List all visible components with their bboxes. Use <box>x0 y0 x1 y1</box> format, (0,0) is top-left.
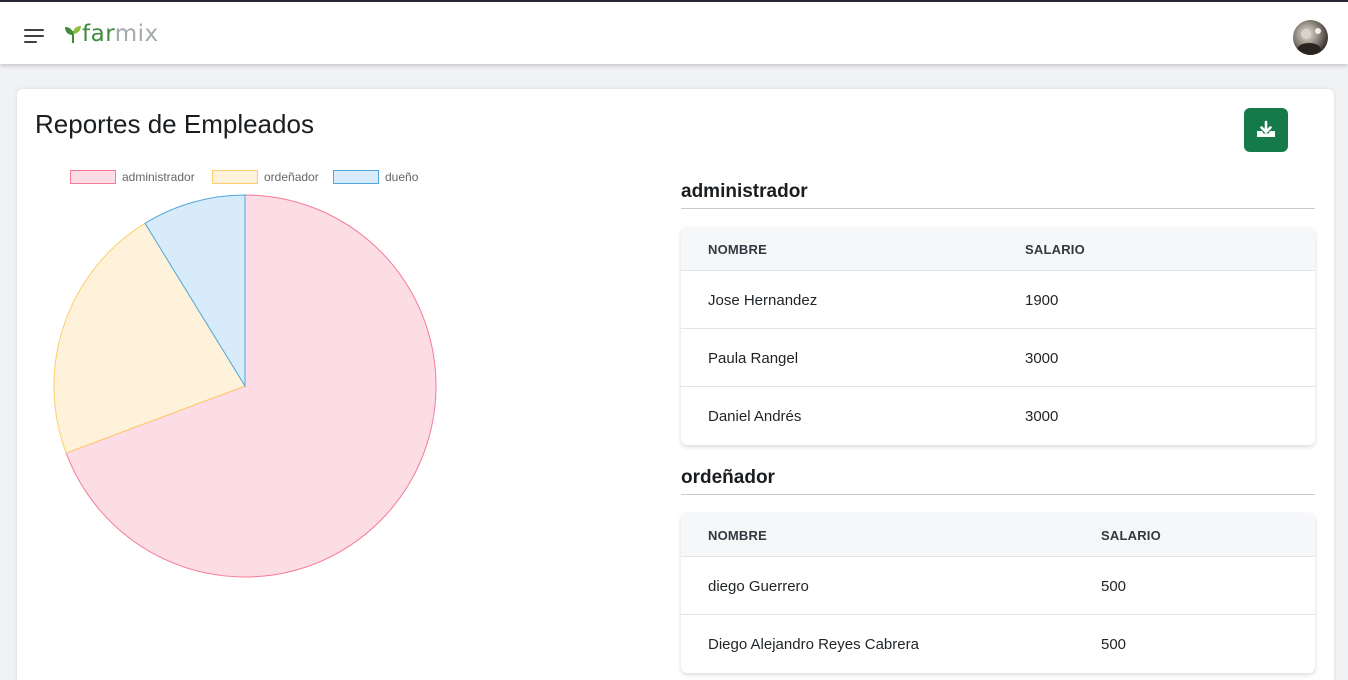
logo-text-far: far <box>82 21 115 47</box>
top-navbar: farmix <box>0 2 1348 64</box>
column-header-nombre[interactable]: NOMBRE <box>708 242 767 257</box>
employee-salary: 3000 <box>1025 408 1059 425</box>
table-header: NOMBRE SALARIO <box>681 513 1315 557</box>
employee-table-administrador: NOMBRE SALARIO Jose Hernandez 1900 Paula… <box>681 227 1315 445</box>
pie-chart-area: administrador ordeñador dueño <box>17 89 657 680</box>
employee-salary: 500 <box>1101 578 1127 595</box>
logo-text-mix: mix <box>114 21 159 47</box>
employee-name: Diego Alejandro Reyes Cabrera <box>708 636 919 653</box>
farmix-logo[interactable]: farmix <box>64 18 159 50</box>
leaf-icon <box>65 26 81 43</box>
employee-name: Paula Rangel <box>708 350 799 367</box>
table-row[interactable]: diego Guerrero 500 <box>681 557 1315 615</box>
column-header-salario[interactable]: SALARIO <box>1101 528 1161 543</box>
employee-name: Jose Hernandez <box>708 292 818 309</box>
table-row[interactable]: Jose Hernandez 1900 <box>681 271 1315 329</box>
column-header-salario[interactable]: SALARIO <box>1025 242 1085 257</box>
employee-name: diego Guerrero <box>708 578 809 595</box>
hamburger-menu-icon[interactable] <box>22 25 48 47</box>
column-header-nombre[interactable]: NOMBRE <box>708 528 767 543</box>
table-row[interactable]: Daniel Andrés 3000 <box>681 387 1315 445</box>
table-row[interactable]: Paula Rangel 3000 <box>681 329 1315 387</box>
section-title-ordenador: ordeñador <box>681 467 1315 495</box>
download-tray-icon <box>1257 120 1275 137</box>
section-title-administrador: administrador <box>681 181 1315 209</box>
pie-chart <box>53 194 437 578</box>
download-button[interactable] <box>1244 108 1288 152</box>
employee-salary: 1900 <box>1025 292 1059 309</box>
table-row[interactable]: Diego Alejandro Reyes Cabrera 500 <box>681 615 1315 673</box>
employee-table-ordenador: NOMBRE SALARIO diego Guerrero 500 Diego … <box>681 513 1315 673</box>
avatar-photo <box>1297 28 1321 55</box>
employee-name: Daniel Andrés <box>708 408 802 425</box>
employee-salary: 500 <box>1101 636 1127 653</box>
user-avatar[interactable] <box>1293 20 1328 55</box>
employee-salary: 3000 <box>1025 350 1059 367</box>
logo-wordmark: farmix <box>82 18 159 50</box>
report-card: Reportes de Empleados administrador orde… <box>17 89 1334 680</box>
table-header: NOMBRE SALARIO <box>681 227 1315 271</box>
